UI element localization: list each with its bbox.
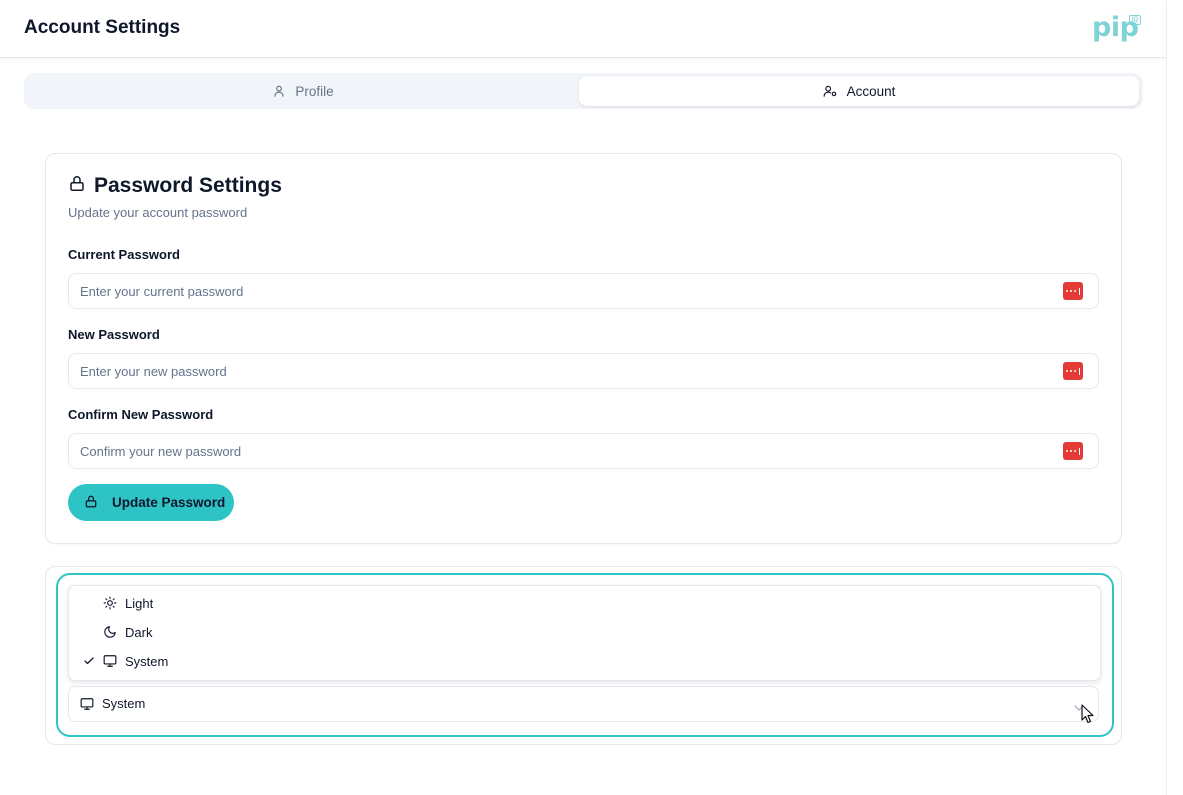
update-password-button[interactable]: Update Password bbox=[68, 484, 234, 521]
page-title: Account Settings bbox=[24, 17, 181, 38]
new-password-field bbox=[68, 353, 1099, 389]
new-password-input[interactable] bbox=[69, 354, 1098, 388]
sun-icon bbox=[103, 596, 117, 613]
monitor-icon bbox=[80, 697, 94, 716]
confirm-password-input[interactable] bbox=[69, 434, 1098, 468]
theme-select-value: System bbox=[102, 696, 146, 711]
current-password-label: Current Password bbox=[68, 247, 180, 262]
tab-account-label: Account bbox=[846, 83, 896, 99]
current-password-input[interactable] bbox=[69, 274, 1098, 308]
scrollbar-track[interactable] bbox=[1166, 0, 1183, 795]
user-icon bbox=[272, 84, 286, 98]
theme-option-system[interactable]: System bbox=[73, 647, 1096, 675]
top-header: Account Settings pip IQ bbox=[0, 0, 1166, 58]
theme-option-label: Light bbox=[125, 596, 154, 611]
confirm-password-field bbox=[68, 433, 1099, 469]
theme-option-light[interactable]: Light bbox=[73, 589, 1096, 617]
logo-badge: IQ bbox=[1129, 15, 1141, 25]
lock-icon bbox=[68, 174, 86, 198]
confirm-password-label: Confirm New Password bbox=[68, 407, 214, 422]
moon-icon bbox=[103, 625, 117, 642]
password-manager-icon[interactable] bbox=[1063, 282, 1083, 300]
app-logo[interactable]: pip IQ bbox=[1092, 12, 1146, 46]
card-header: Password Settings bbox=[68, 174, 282, 198]
user-cog-icon bbox=[823, 84, 838, 98]
current-password-field bbox=[68, 273, 1099, 309]
settings-tabs: Profile Account bbox=[24, 73, 1143, 109]
tab-profile-label: Profile bbox=[295, 83, 334, 99]
page: Account Settings pip IQ Profile Account bbox=[0, 0, 1183, 795]
theme-select[interactable]: System bbox=[68, 686, 1099, 722]
checkmark-icon bbox=[83, 655, 95, 670]
card-title: Password Settings bbox=[94, 174, 282, 197]
theme-dropdown-menu: Light Dark System bbox=[68, 585, 1101, 681]
update-password-label: Update Password bbox=[112, 495, 226, 510]
password-manager-icon[interactable] bbox=[1063, 362, 1083, 380]
mouse-pointer-icon bbox=[1081, 704, 1095, 729]
tab-profile[interactable]: Profile bbox=[28, 76, 578, 106]
password-settings-card: Password Settings Update your account pa… bbox=[45, 153, 1122, 544]
theme-option-label: System bbox=[125, 654, 169, 669]
monitor-icon bbox=[103, 654, 117, 671]
password-manager-icon[interactable] bbox=[1063, 442, 1083, 460]
new-password-label: New Password bbox=[68, 327, 160, 342]
lock-icon bbox=[84, 494, 98, 512]
theme-option-dark[interactable]: Dark bbox=[73, 618, 1096, 646]
theme-option-label: Dark bbox=[125, 625, 153, 640]
card-description: Update your account password bbox=[68, 205, 248, 220]
tab-account[interactable]: Account bbox=[579, 76, 1139, 106]
